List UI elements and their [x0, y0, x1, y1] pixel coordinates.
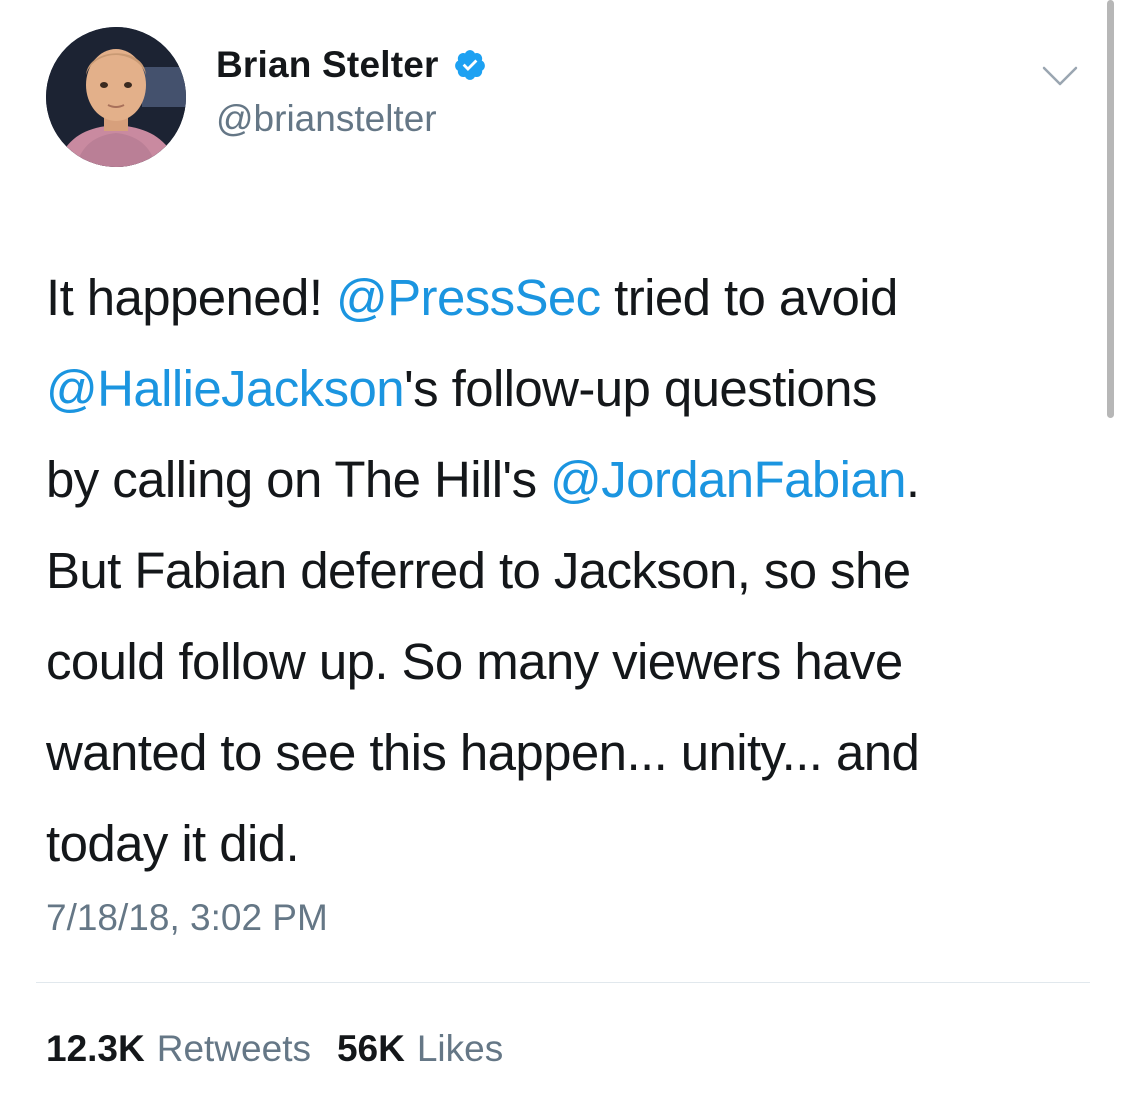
likes-label: Likes [416, 1028, 504, 1069]
tweet-text-segment: tried to avoid [600, 269, 898, 326]
retweets-count: 12.3K [46, 1028, 145, 1069]
likes-count: 56K [336, 1028, 405, 1069]
tweet-text-segment: wanted to see this happen... unity... an… [46, 724, 920, 781]
tweet-text-segment: could follow up. So many viewers have [46, 633, 903, 690]
mention-link[interactable]: @PressSec [336, 269, 601, 326]
tweet-text-segment: . [905, 451, 920, 508]
avatar-photo [46, 27, 186, 167]
tweet-text-segment: today it did. [46, 815, 300, 872]
divider [36, 982, 1090, 983]
avatar[interactable] [46, 27, 186, 167]
tweet-line: today it did. [46, 798, 1056, 889]
display-name-text: Brian Stelter [216, 44, 439, 85]
tweet-line: But Fabian deferred to Jackson, so she [46, 525, 1056, 616]
retweets-label: Retweets [156, 1028, 311, 1069]
tweet-text-segment: It happened! [46, 269, 336, 326]
tweet-line: It happened! @PressSec tried to avoid [46, 252, 1056, 343]
tweet-stats: 12.3K Retweets 56K Likes [46, 1028, 503, 1070]
retweets-stat[interactable]: 12.3K Retweets [46, 1028, 311, 1070]
tweet-text-segment: But Fabian deferred to Jackson, so she [46, 542, 911, 599]
likes-stat[interactable]: 56K Likes [337, 1028, 503, 1070]
tweet-line: by calling on The Hill's @JordanFabian. [46, 434, 1056, 525]
scrollbar[interactable] [1107, 0, 1114, 418]
mention-link[interactable]: @JordanFabian [550, 451, 906, 508]
tweet-text: It happened! @PressSec tried to avoid @H… [46, 252, 1056, 889]
verified-badge-icon [454, 50, 485, 80]
chevron-down-icon[interactable] [1040, 62, 1080, 90]
tweet-line: @HallieJackson's follow-up questions [46, 343, 1056, 434]
display-name[interactable]: Brian Stelter [216, 44, 487, 86]
user-handle[interactable]: @brianstelter [216, 98, 437, 140]
tweet-line: could follow up. So many viewers have [46, 616, 1056, 707]
tweet-text-segment: 's follow-up questions [404, 360, 877, 417]
mention-link[interactable]: @HallieJackson [46, 360, 405, 417]
tweet-text-segment: by calling on The Hill's [46, 451, 551, 508]
tweet-timestamp[interactable]: 7/18/18, 3:02 PM [46, 897, 328, 939]
tweet-line: wanted to see this happen... unity... an… [46, 707, 1056, 798]
